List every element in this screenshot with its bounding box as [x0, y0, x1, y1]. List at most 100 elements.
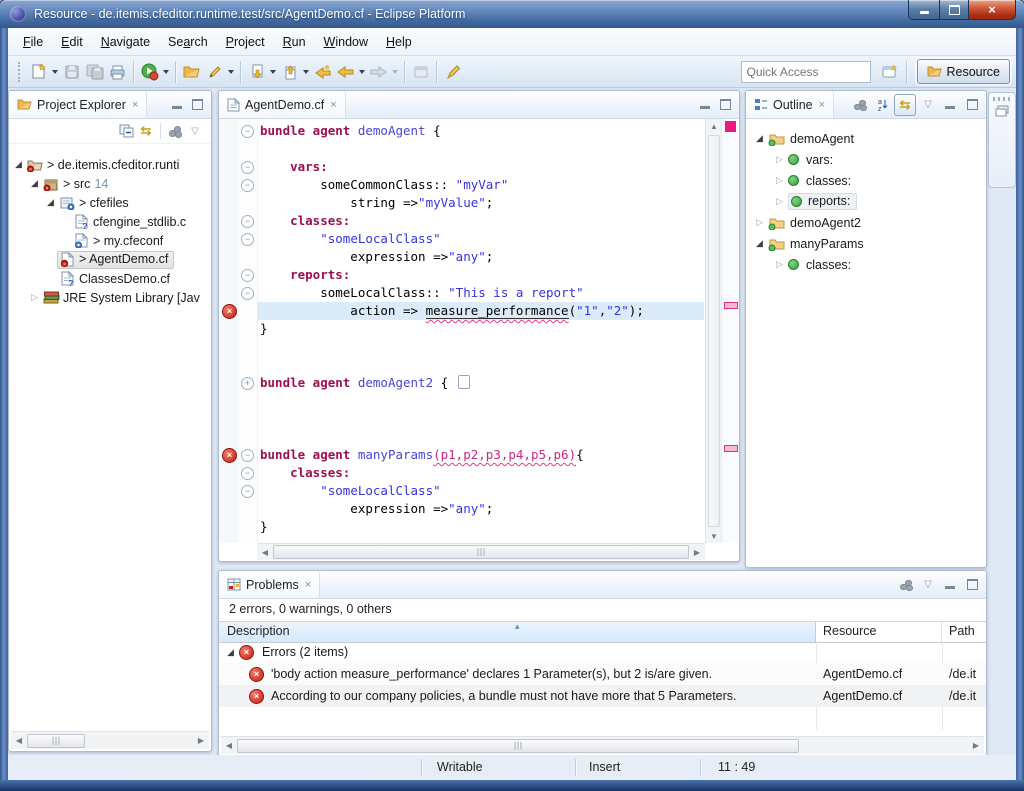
code-line[interactable]: someLocalClass:: "This is a report" — [257, 284, 704, 302]
code-line[interactable]: bundle agent manyParams(p1,p2,p3,p4,p5,p… — [257, 446, 704, 464]
restore-views-icon[interactable] — [995, 105, 1009, 117]
code-line[interactable]: bundle agent demoAgent2 { — [257, 374, 704, 392]
open-perspective-button[interactable] — [879, 60, 902, 84]
forward-button[interactable] — [367, 60, 390, 84]
tree-item-cfefiles[interactable]: ◢ > cfefiles — [9, 193, 129, 212]
maximize-editor-button[interactable] — [715, 95, 735, 115]
previous-annotation-dropdown[interactable] — [303, 70, 309, 74]
fold-collapse-icon[interactable]: − — [241, 161, 254, 174]
maximize-window-button[interactable] — [939, 0, 969, 20]
new-wizard-button[interactable] — [27, 60, 50, 84]
menu-navigate[interactable]: Navigate — [92, 30, 159, 54]
outline-item-demoagent2[interactable]: ▷ demoAgent2 — [746, 213, 861, 232]
outline-item-manyparams-classes[interactable]: ▷ classes: — [746, 255, 851, 274]
menu-window[interactable]: Window — [315, 30, 377, 54]
collapsed-arrow-icon[interactable]: ▷ — [776, 196, 788, 207]
fold-collapse-icon[interactable]: − — [241, 125, 254, 138]
scroll-left-icon[interactable]: ◀ — [221, 741, 237, 750]
scroll-right-icon[interactable]: ▶ — [968, 741, 984, 750]
fold-collapse-icon[interactable]: − — [241, 467, 254, 480]
expanded-arrow-icon[interactable]: ◢ — [756, 238, 768, 249]
outline-item-classes[interactable]: ▷ classes: — [746, 171, 851, 190]
code-line[interactable] — [257, 428, 704, 446]
collapsed-arrow-icon[interactable]: ▷ — [776, 259, 788, 270]
outline-item-vars[interactable]: ▷ vars: — [746, 150, 833, 169]
tab-outline[interactable]: Outline × — [746, 91, 834, 118]
scroll-right-icon[interactable]: ▶ — [193, 736, 209, 745]
fold-collapse-icon[interactable]: − — [241, 449, 254, 462]
code-line[interactable]: reports: — [257, 266, 704, 284]
annotation-ruler[interactable]: ×× — [219, 119, 240, 543]
outline-filter-button[interactable] — [850, 95, 870, 115]
next-annotation-dropdown[interactable] — [270, 70, 276, 74]
project-explorer-hscrollbar[interactable]: ◀ ▶ — [11, 731, 209, 749]
new-editor-button[interactable] — [409, 60, 432, 84]
collapsed-arrow-icon[interactable]: ▷ — [776, 154, 788, 165]
view-menu-button[interactable]: ▽ — [918, 575, 938, 595]
resource-perspective-button[interactable]: Resource — [917, 59, 1011, 84]
scroll-left-icon[interactable]: ◀ — [257, 548, 273, 557]
last-edit-location-button[interactable] — [311, 60, 334, 84]
error-link-text[interactable]: measure_performance — [426, 303, 569, 319]
code-line[interactable] — [257, 392, 704, 410]
expanded-arrow-icon[interactable]: ◢ — [756, 133, 768, 144]
menu-run[interactable]: Run — [274, 30, 315, 54]
code-line-current[interactable]: action => measure_performance("1","2"); — [257, 302, 704, 320]
expanded-arrow-icon[interactable]: ◢ — [15, 159, 27, 170]
eclipse-logo-icon[interactable] — [10, 6, 26, 22]
code-line[interactable]: classes: — [257, 464, 704, 482]
code-line[interactable] — [257, 338, 704, 356]
minimize-view-button[interactable] — [940, 95, 960, 115]
column-header-resource[interactable]: Resource — [816, 622, 942, 642]
tree-item-my-cfeconf[interactable]: > my.cfeconf — [9, 231, 163, 250]
save-button[interactable] — [60, 60, 83, 84]
title-bar[interactable]: Resource - de.itemis.cfeditor.runtime.te… — [0, 0, 1024, 28]
overview-error-status-icon[interactable] — [725, 121, 736, 132]
forward-dropdown[interactable] — [392, 70, 398, 74]
collapsed-arrow-icon[interactable]: ▷ — [776, 175, 788, 186]
annotate-pen-dropdown[interactable] — [228, 70, 234, 74]
close-tab-icon[interactable]: × — [305, 579, 311, 591]
fold-expand-icon[interactable]: + — [241, 377, 254, 390]
menu-project[interactable]: Project — [217, 30, 274, 54]
problems-hscrollbar[interactable]: ◀ ▶ — [221, 736, 984, 754]
code-line[interactable]: expression =>"any"; — [257, 500, 704, 518]
code-line[interactable]: } — [257, 320, 704, 338]
previous-annotation-button[interactable] — [278, 60, 301, 84]
tab-project-explorer[interactable]: Project Explorer × — [9, 91, 147, 118]
code-line[interactable]: someCommonClass:: "myVar" — [257, 176, 704, 194]
highlight-brush-button[interactable] — [441, 60, 464, 84]
collapse-all-button[interactable] — [116, 121, 136, 141]
menu-help[interactable]: Help — [377, 30, 421, 54]
overview-ruler[interactable] — [721, 119, 739, 543]
quick-access-input[interactable] — [741, 61, 871, 83]
minimize-editor-button[interactable] — [695, 95, 715, 115]
code-editor[interactable]: bundle agent demoAgent { vars: someCommo… — [257, 122, 704, 541]
problem-row[interactable]: × 'body action measure_performance' decl… — [219, 663, 986, 685]
maximize-view-button[interactable] — [962, 575, 982, 595]
close-tab-icon[interactable]: × — [132, 99, 138, 111]
code-line[interactable]: } — [257, 518, 704, 536]
tree-item-cfengine-stdlib[interactable]: ? cfengine_stdlib.c — [9, 212, 186, 231]
menu-file[interactable]: File — [14, 30, 52, 54]
expanded-arrow-icon[interactable]: ◢ — [31, 178, 43, 189]
outline-item-demoagent[interactable]: ◢ demoAgent — [746, 129, 854, 148]
outline-item-reports[interactable]: ▷ reports: — [746, 192, 857, 211]
editor-vscrollbar[interactable]: ▲ ▼ — [705, 119, 722, 543]
tab-problems[interactable]: Problems × — [219, 571, 320, 598]
fold-collapse-icon[interactable]: − — [241, 485, 254, 498]
collapsed-arrow-icon[interactable]: ▷ — [31, 292, 43, 303]
problems-filter-button[interactable] — [896, 575, 916, 595]
code-line[interactable]: classes: — [257, 212, 704, 230]
minimized-views-bar[interactable] — [988, 92, 1016, 188]
error-marker-icon[interactable]: × — [222, 448, 237, 463]
minimize-view-button[interactable] — [940, 575, 960, 595]
save-all-button[interactable] — [83, 60, 106, 84]
open-folder-button[interactable] — [180, 60, 203, 84]
sort-alphabetically-button[interactable]: az — [872, 95, 892, 115]
code-line[interactable]: vars: — [257, 158, 704, 176]
maximize-view-button[interactable] — [187, 95, 207, 115]
new-wizard-dropdown[interactable] — [52, 70, 58, 74]
error-marker-icon[interactable]: × — [222, 304, 237, 319]
scrollbar-thumb[interactable] — [273, 545, 689, 559]
